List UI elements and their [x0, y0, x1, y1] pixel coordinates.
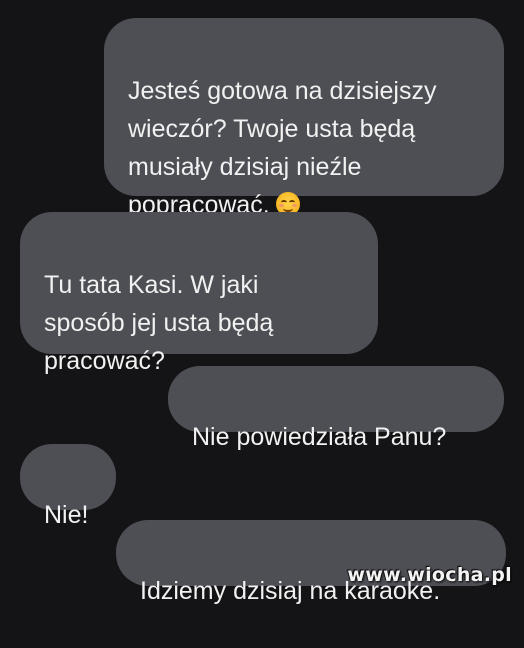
- message-bubble-outgoing: Nie powiedziała Panu?: [168, 366, 504, 451]
- message-text: Tu tata Kasi. W jaki sposób jej usta będ…: [44, 271, 274, 375]
- message-bubble-incoming: Nie!: [20, 444, 116, 529]
- message-bubble-outgoing: Jesteś gotowa na dzisiejszy wieczór? Two…: [104, 18, 504, 219]
- chat-thread: Jesteś gotowa na dzisiejszy wieczór? Two…: [0, 0, 524, 605]
- message-text: Nie powiedziała Panu?: [192, 423, 447, 451]
- message-text: Nie!: [44, 501, 89, 529]
- watermark-text: www.wiocha.pl: [347, 564, 512, 586]
- message-bubble-incoming: Tu tata Kasi. W jaki sposób jej usta będ…: [20, 212, 378, 375]
